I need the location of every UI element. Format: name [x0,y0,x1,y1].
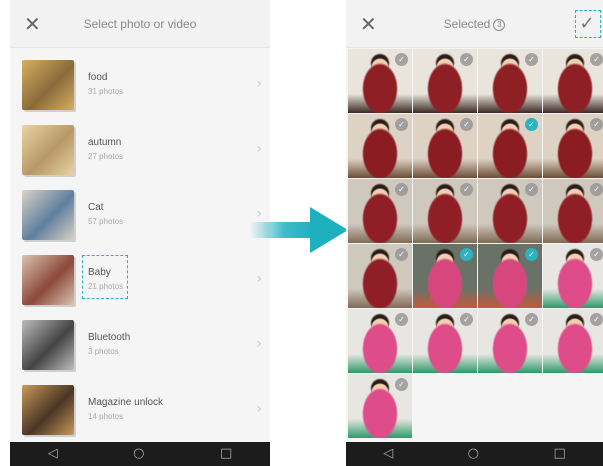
album-name: food [88,72,108,83]
photo-selection-screen: ✕ Selected 3 ✓ ✓ ✓ ✓ ✓ ✓ ✓ ✓ ✓ ✓ ✓ ✓ ✓ ✓ ✓ ✓ ✓ ✓ ✓ ✓ ✓ ✓ ◁ ○ … [346,0,603,466]
photo-thumbnail[interactable]: ✓ [413,244,477,308]
unselected-check-icon[interactable]: ✓ [395,248,408,261]
unselected-check-icon[interactable]: ✓ [525,183,538,196]
photo-thumbnail[interactable]: ✓ [348,309,412,373]
selected-count-badge: 3 [493,19,506,31]
navigation-bar: ◁ ○ □ [346,442,603,466]
photo-thumbnail[interactable]: ✓ [348,179,412,243]
photo-thumbnail[interactable]: ✓ [543,114,603,178]
back-icon[interactable]: ◁ [48,442,58,466]
home-icon[interactable]: ○ [468,442,479,466]
album-row[interactable]: Cat 57 photos › [10,184,270,248]
selected-label: Selected [443,17,491,31]
album-thumbnail [22,385,74,435]
photo-thumbnail[interactable]: ✓ [413,309,477,373]
selected-check-icon[interactable]: ✓ [525,248,538,261]
unselected-check-icon[interactable]: ✓ [590,248,603,261]
unselected-check-icon[interactable]: ✓ [525,53,538,66]
photo-selection-header: ✕ Selected 3 ✓ [346,0,603,48]
album-thumbnail [22,190,74,240]
home-icon[interactable]: ○ [133,442,144,466]
album-photo-count: 57 photos [88,217,124,226]
unselected-check-icon[interactable]: ✓ [460,53,473,66]
unselected-check-icon[interactable]: ✓ [590,53,603,66]
unselected-check-icon[interactable]: ✓ [395,378,408,391]
unselected-check-icon[interactable]: ✓ [460,183,473,196]
photo-thumbnail[interactable]: ✓ [543,179,603,243]
recent-apps-icon[interactable]: □ [220,442,232,466]
navigation-bar: ◁ ○ □ [10,442,270,466]
album-name: autumn [88,137,122,148]
unselected-check-icon[interactable]: ✓ [395,118,408,131]
chevron-right-icon: › [256,271,262,287]
unselected-check-icon[interactable]: ✓ [395,53,408,66]
chevron-right-icon: › [256,336,262,352]
album-thumbnail [22,255,74,305]
album-photo-count: 3 photos [88,347,119,356]
album-row[interactable]: Baby 21 photos › [10,249,270,313]
photo-thumbnail[interactable]: ✓ [413,179,477,243]
page-title: Selected 3 [346,0,603,48]
photo-thumbnail[interactable]: ✓ [478,244,542,308]
photo-thumbnail[interactable]: ✓ [543,309,603,373]
album-photo-count: 31 photos [88,87,124,96]
photo-thumbnail[interactable]: ✓ [348,244,412,308]
unselected-check-icon[interactable]: ✓ [525,313,538,326]
album-row[interactable]: Magazine unlock 14 photos › [10,379,270,443]
photo-thumbnail[interactable]: ✓ [478,309,542,373]
album-picker-header: ✕ Select photo or video [10,0,270,48]
album-row[interactable]: food 31 photos › [10,54,270,118]
selected-check-icon[interactable]: ✓ [460,248,473,261]
album-name: Magazine unlock [88,397,164,408]
album-photo-count: 14 photos [88,412,124,421]
album-thumbnail [22,60,74,110]
photo-thumbnail[interactable]: ✓ [413,49,477,113]
recent-apps-icon[interactable]: □ [553,442,565,466]
highlight-box [575,10,601,38]
chevron-right-icon: › [256,76,262,92]
photo-thumbnail[interactable]: ✓ [348,49,412,113]
chevron-right-icon: › [256,401,262,417]
photo-thumbnail[interactable]: ✓ [543,244,603,308]
photo-thumbnail[interactable]: ✓ [478,49,542,113]
album-list: food 31 photos › autumn 27 photos › Cat 57 phot… [10,48,270,442]
album-row[interactable]: autumn 27 photos › [10,119,270,183]
photo-thumbnail[interactable]: ✓ [348,374,412,438]
highlight-box [82,255,128,299]
album-thumbnail [22,320,74,370]
album-picker-screen: ✕ Select photo or video food 31 photos › au… [10,0,270,466]
unselected-check-icon[interactable]: ✓ [395,313,408,326]
album-row[interactable]: Bluetooth 3 photos › [10,314,270,378]
photo-thumbnail[interactable]: ✓ [543,49,603,113]
unselected-check-icon[interactable]: ✓ [395,183,408,196]
album-photo-count: 27 photos [88,152,124,161]
album-name: Cat [88,202,104,213]
chevron-right-icon: › [256,141,262,157]
photo-thumbnail[interactable]: ✓ [478,114,542,178]
album-name: Bluetooth [88,332,131,343]
selected-check-icon[interactable]: ✓ [525,118,538,131]
unselected-check-icon[interactable]: ✓ [590,183,603,196]
photo-thumbnail[interactable]: ✓ [348,114,412,178]
unselected-check-icon[interactable]: ✓ [590,118,603,131]
back-icon[interactable]: ◁ [383,442,393,466]
album-thumbnail [22,125,74,175]
photo-thumbnail[interactable]: ✓ [413,114,477,178]
unselected-check-icon[interactable]: ✓ [460,313,473,326]
photo-thumbnail[interactable]: ✓ [478,179,542,243]
unselected-check-icon[interactable]: ✓ [460,118,473,131]
page-title: Select photo or video [83,17,197,31]
unselected-check-icon[interactable]: ✓ [590,313,603,326]
arrow-right-icon [250,207,348,253]
